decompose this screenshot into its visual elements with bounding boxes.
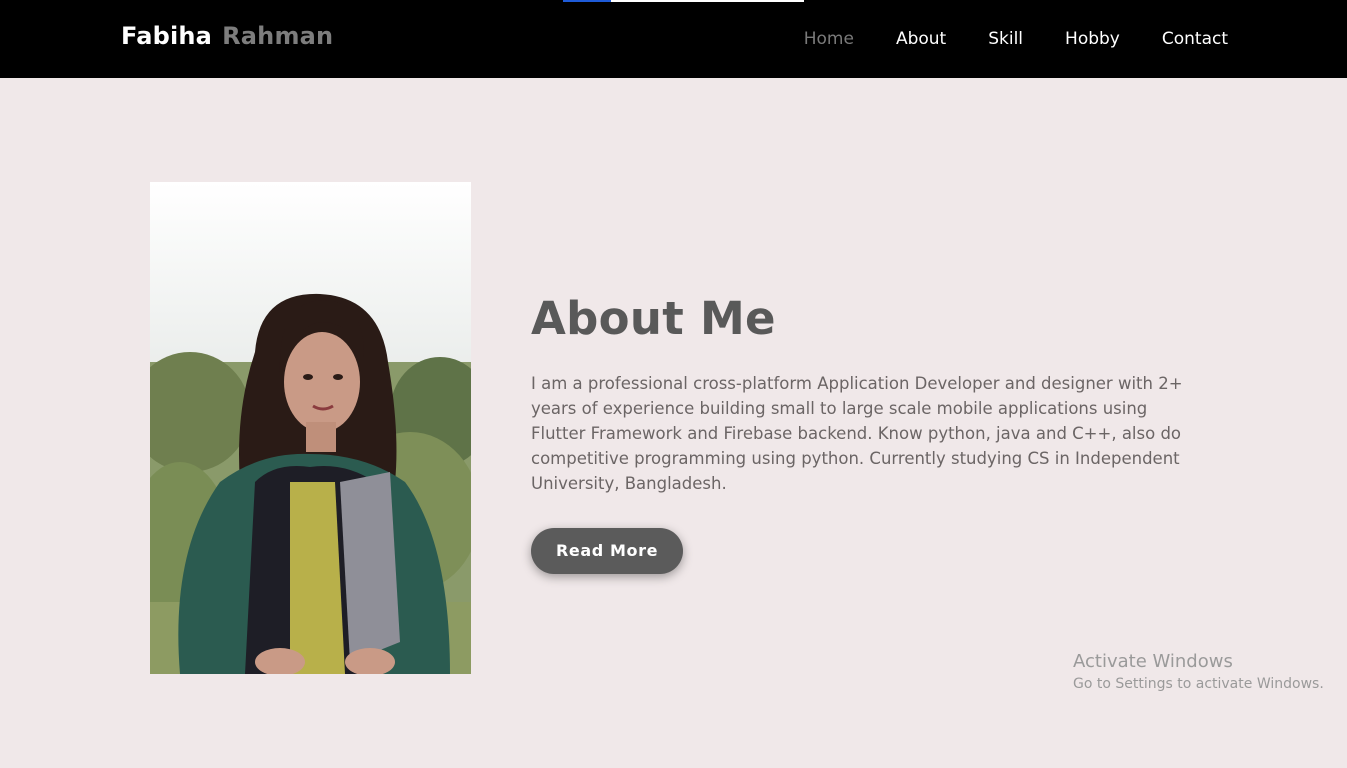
- nav-home[interactable]: Home: [804, 28, 854, 50]
- read-more-button[interactable]: Read More: [531, 528, 683, 574]
- nav-about[interactable]: About: [896, 28, 946, 50]
- nav-hobby[interactable]: Hobby: [1065, 28, 1120, 50]
- scroll-progress-fill: [563, 0, 611, 2]
- main-nav: Home About Skill Hobby Contact: [762, 28, 1228, 50]
- about-section: About Me I am a professional cross-platf…: [531, 292, 1211, 574]
- site-header: Fabiha Rahman Home About Skill Hobby Cont…: [0, 0, 1347, 78]
- watermark-subtitle: Go to Settings to activate Windows.: [1073, 676, 1324, 692]
- logo[interactable]: Fabiha Rahman: [121, 22, 333, 50]
- nav-skill[interactable]: Skill: [988, 28, 1023, 50]
- about-description: I am a professional cross-platform Appli…: [531, 374, 1183, 493]
- logo-last-name: Rahman: [222, 22, 334, 50]
- about-title: About Me: [531, 292, 776, 345]
- profile-photo: [150, 182, 471, 674]
- windows-activation-watermark: Activate Windows Go to Settings to activ…: [1073, 652, 1324, 693]
- nav-contact[interactable]: Contact: [1162, 28, 1228, 50]
- logo-first-name: Fabiha: [121, 22, 213, 50]
- watermark-title: Activate Windows: [1073, 651, 1233, 672]
- scroll-progress-bar: [563, 0, 804, 2]
